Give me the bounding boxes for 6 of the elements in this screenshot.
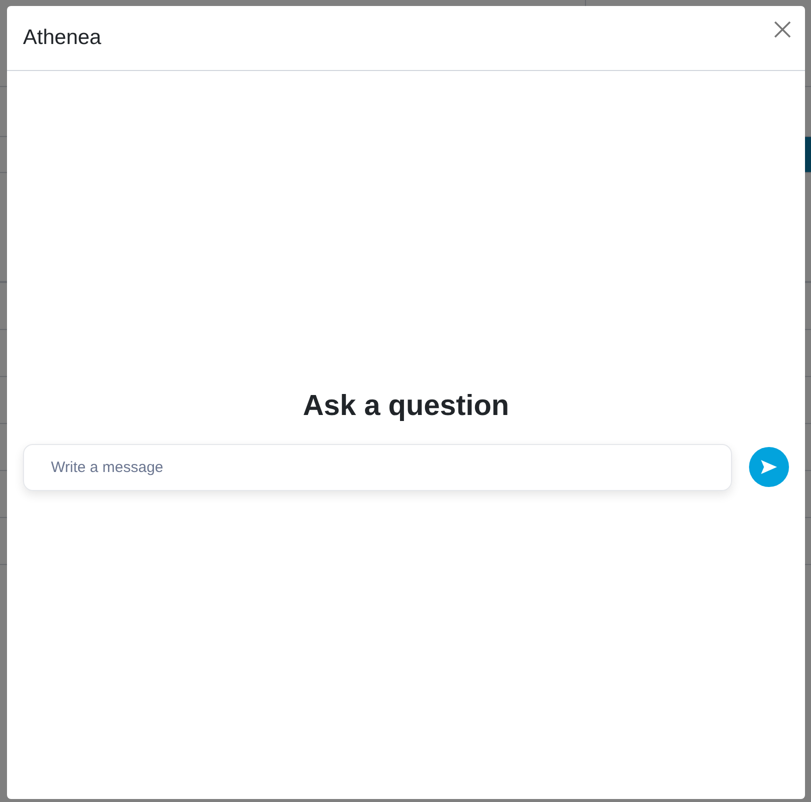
send-button[interactable] <box>749 447 789 487</box>
close-icon[interactable] <box>774 21 791 38</box>
chat-heading: Ask a question <box>302 389 510 424</box>
dialog-title: Athenea <box>23 25 102 52</box>
message-field[interactable]: Write a message <box>23 444 732 490</box>
send-icon <box>761 460 777 474</box>
